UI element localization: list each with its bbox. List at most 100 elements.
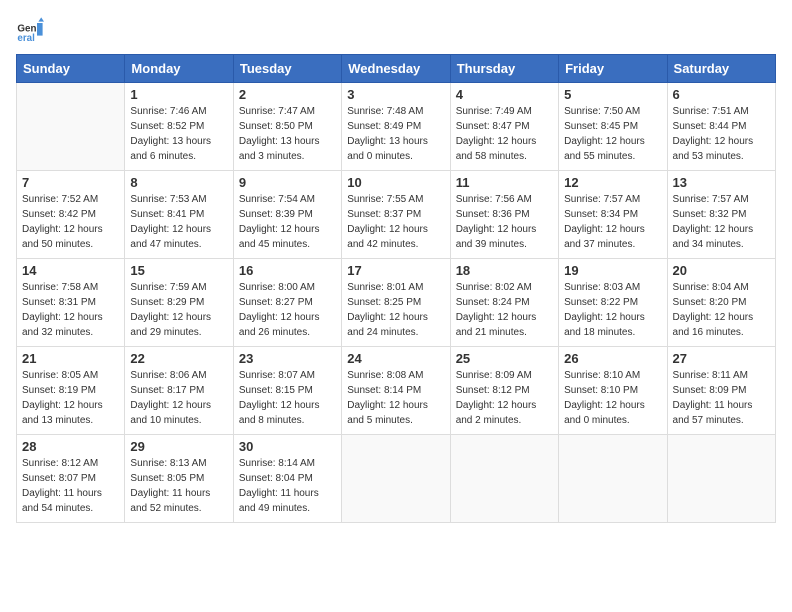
header-day-thursday: Thursday	[450, 55, 558, 83]
calendar-cell: 16Sunrise: 8:00 AM Sunset: 8:27 PM Dayli…	[233, 259, 341, 347]
calendar-cell: 14 Sunrise: 7:58 AM Sunset: 8:31 PM Dayli…	[17, 259, 125, 347]
day-number: 6	[673, 87, 770, 102]
day-number: 19	[564, 263, 661, 278]
day-number: 28	[22, 439, 119, 454]
day-info: Sunrise: 7:47 AM Sunset: 8:50 PM Dayligh…	[239, 104, 336, 164]
day-info: Sunrise: 7:57 AM Sunset: 8:34 PM Dayligh…	[564, 192, 661, 252]
day-info: Sunrise: 8:06 AM Sunset: 8:17 PM Dayligh…	[130, 368, 227, 428]
calendar-cell: 18Sunrise: 8:02 AM Sunset: 8:24 PM Dayli…	[450, 259, 558, 347]
day-info: Sunrise: 8:13 AM Sunset: 8:05 PM Dayligh…	[130, 456, 227, 516]
day-number: 10	[347, 175, 444, 190]
day-number: 13	[673, 175, 770, 190]
day-info: Sunrise: 7:53 AM Sunset: 8:41 PM Dayligh…	[130, 192, 227, 252]
calendar-cell	[450, 435, 558, 523]
day-number: 15	[130, 263, 227, 278]
day-number: 7	[22, 175, 119, 190]
calendar-cell: 27Sunrise: 8:11 AM Sunset: 8:09 PM Dayli…	[667, 347, 775, 435]
week-row-1: 1Sunrise: 7:46 AM Sunset: 8:52 PM Daylig…	[17, 83, 776, 171]
day-number: 3	[347, 87, 444, 102]
day-info: Sunrise: 8:03 AM Sunset: 8:22 PM Dayligh…	[564, 280, 661, 340]
day-number: 5	[564, 87, 661, 102]
calendar-cell: 20 Sunrise: 8:04 AM Sunset: 8:20 PM Dayli…	[667, 259, 775, 347]
calendar-cell: 17 Sunrise: 8:01 AM Sunset: 8:25 PM Dayli…	[342, 259, 450, 347]
calendar-cell: 5 Sunrise: 7:50 AM Sunset: 8:45 PM Daylig…	[559, 83, 667, 171]
day-number: 24	[347, 351, 444, 366]
header-day-tuesday: Tuesday	[233, 55, 341, 83]
calendar-cell: 7 Sunrise: 7:52 AM Sunset: 8:42 PM Daylig…	[17, 171, 125, 259]
calendar-cell: 22 Sunrise: 8:06 AM Sunset: 8:17 PM Dayli…	[125, 347, 233, 435]
calendar-cell: 28 Sunrise: 8:12 AM Sunset: 8:07 PM Dayli…	[17, 435, 125, 523]
calendar-header-row: SundayMondayTuesdayWednesdayThursdayFrid…	[17, 55, 776, 83]
calendar-cell: 19 Sunrise: 8:03 AM Sunset: 8:22 PM Dayli…	[559, 259, 667, 347]
calendar-cell: 6 Sunrise: 7:51 AM Sunset: 8:44 PM Daylig…	[667, 83, 775, 171]
calendar-cell: 1Sunrise: 7:46 AM Sunset: 8:52 PM Daylig…	[125, 83, 233, 171]
day-info: Sunrise: 7:52 AM Sunset: 8:42 PM Dayligh…	[22, 192, 119, 252]
week-row-3: 14 Sunrise: 7:58 AM Sunset: 8:31 PM Dayli…	[17, 259, 776, 347]
page-header: Gen eral	[16, 16, 776, 44]
calendar-cell: 23 Sunrise: 8:07 AM Sunset: 8:15 PM Dayli…	[233, 347, 341, 435]
logo-icon: Gen eral	[16, 16, 44, 44]
day-number: 12	[564, 175, 661, 190]
calendar-cell: 8 Sunrise: 7:53 AM Sunset: 8:41 PM Daylig…	[125, 171, 233, 259]
header-day-monday: Monday	[125, 55, 233, 83]
calendar-cell: 2 Sunrise: 7:47 AM Sunset: 8:50 PM Daylig…	[233, 83, 341, 171]
logo: Gen eral	[16, 16, 48, 44]
day-number: 21	[22, 351, 119, 366]
day-info: Sunrise: 7:56 AM Sunset: 8:36 PM Dayligh…	[456, 192, 553, 252]
calendar-cell: 4Sunrise: 7:49 AM Sunset: 8:47 PM Daylig…	[450, 83, 558, 171]
calendar-cell: 11 Sunrise: 7:56 AM Sunset: 8:36 PM Dayli…	[450, 171, 558, 259]
calendar-cell	[17, 83, 125, 171]
day-info: Sunrise: 8:07 AM Sunset: 8:15 PM Dayligh…	[239, 368, 336, 428]
day-info: Sunrise: 7:55 AM Sunset: 8:37 PM Dayligh…	[347, 192, 444, 252]
day-info: Sunrise: 8:08 AM Sunset: 8:14 PM Dayligh…	[347, 368, 444, 428]
day-info: Sunrise: 8:01 AM Sunset: 8:25 PM Dayligh…	[347, 280, 444, 340]
day-number: 2	[239, 87, 336, 102]
day-info: Sunrise: 7:46 AM Sunset: 8:52 PM Dayligh…	[130, 104, 227, 164]
day-number: 27	[673, 351, 770, 366]
day-number: 25	[456, 351, 553, 366]
header-day-friday: Friday	[559, 55, 667, 83]
day-info: Sunrise: 8:10 AM Sunset: 8:10 PM Dayligh…	[564, 368, 661, 428]
calendar-cell: 3 Sunrise: 7:48 AM Sunset: 8:49 PM Daylig…	[342, 83, 450, 171]
calendar-cell: 30 Sunrise: 8:14 AM Sunset: 8:04 PM Dayli…	[233, 435, 341, 523]
day-info: Sunrise: 7:48 AM Sunset: 8:49 PM Dayligh…	[347, 104, 444, 164]
day-number: 11	[456, 175, 553, 190]
day-info: Sunrise: 7:54 AM Sunset: 8:39 PM Dayligh…	[239, 192, 336, 252]
week-row-2: 7 Sunrise: 7:52 AM Sunset: 8:42 PM Daylig…	[17, 171, 776, 259]
day-info: Sunrise: 8:05 AM Sunset: 8:19 PM Dayligh…	[22, 368, 119, 428]
calendar-cell	[667, 435, 775, 523]
day-number: 18	[456, 263, 553, 278]
day-number: 23	[239, 351, 336, 366]
day-number: 26	[564, 351, 661, 366]
day-number: 20	[673, 263, 770, 278]
calendar-cell: 12 Sunrise: 7:57 AM Sunset: 8:34 PM Dayli…	[559, 171, 667, 259]
header-day-wednesday: Wednesday	[342, 55, 450, 83]
week-row-5: 28 Sunrise: 8:12 AM Sunset: 8:07 PM Dayli…	[17, 435, 776, 523]
calendar-cell	[559, 435, 667, 523]
day-number: 8	[130, 175, 227, 190]
calendar-cell: 29 Sunrise: 8:13 AM Sunset: 8:05 PM Dayli…	[125, 435, 233, 523]
day-number: 14	[22, 263, 119, 278]
calendar-cell: 26 Sunrise: 8:10 AM Sunset: 8:10 PM Dayli…	[559, 347, 667, 435]
day-number: 29	[130, 439, 227, 454]
calendar-cell: 25 Sunrise: 8:09 AM Sunset: 8:12 PM Dayli…	[450, 347, 558, 435]
calendar-cell	[342, 435, 450, 523]
day-info: Sunrise: 7:57 AM Sunset: 8:32 PM Dayligh…	[673, 192, 770, 252]
day-number: 30	[239, 439, 336, 454]
calendar-cell: 9Sunrise: 7:54 AM Sunset: 8:39 PM Daylig…	[233, 171, 341, 259]
day-info: Sunrise: 8:14 AM Sunset: 8:04 PM Dayligh…	[239, 456, 336, 516]
calendar-cell: 21 Sunrise: 8:05 AM Sunset: 8:19 PM Dayli…	[17, 347, 125, 435]
day-info: Sunrise: 8:09 AM Sunset: 8:12 PM Dayligh…	[456, 368, 553, 428]
day-info: Sunrise: 8:12 AM Sunset: 8:07 PM Dayligh…	[22, 456, 119, 516]
day-info: Sunrise: 7:49 AM Sunset: 8:47 PM Dayligh…	[456, 104, 553, 164]
calendar-cell: 24 Sunrise: 8:08 AM Sunset: 8:14 PM Dayli…	[342, 347, 450, 435]
day-info: Sunrise: 8:04 AM Sunset: 8:20 PM Dayligh…	[673, 280, 770, 340]
calendar-cell: 15Sunrise: 7:59 AM Sunset: 8:29 PM Dayli…	[125, 259, 233, 347]
day-number: 22	[130, 351, 227, 366]
week-row-4: 21 Sunrise: 8:05 AM Sunset: 8:19 PM Dayli…	[17, 347, 776, 435]
day-info: Sunrise: 7:58 AM Sunset: 8:31 PM Dayligh…	[22, 280, 119, 340]
day-info: Sunrise: 8:00 AM Sunset: 8:27 PM Dayligh…	[239, 280, 336, 340]
day-info: Sunrise: 7:51 AM Sunset: 8:44 PM Dayligh…	[673, 104, 770, 164]
day-info: Sunrise: 7:50 AM Sunset: 8:45 PM Dayligh…	[564, 104, 661, 164]
day-number: 17	[347, 263, 444, 278]
